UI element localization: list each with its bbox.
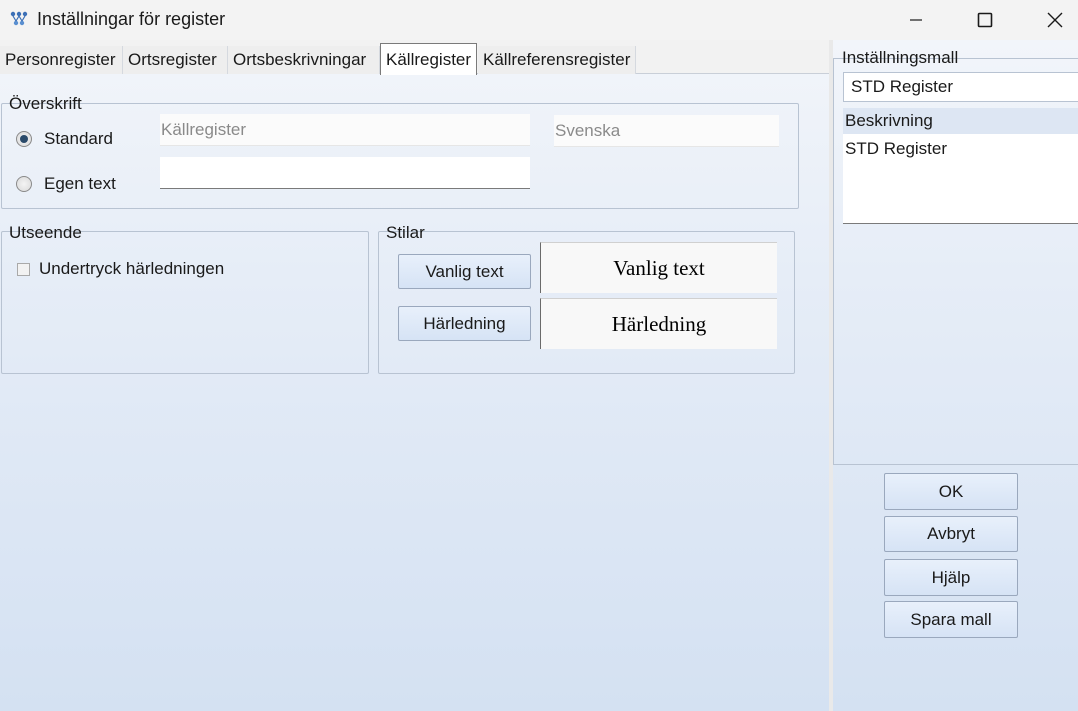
window-title: Inställningar för register [37,9,226,29]
title-bar: Inställningar för register [0,0,1078,40]
normal-text-style-button[interactable]: Vanlig text [398,254,531,289]
tab-personregister[interactable]: Personregister [0,46,123,74]
custom-text-label: Egen text [44,174,116,193]
custom-text-field[interactable] [160,157,530,189]
minimize-button[interactable] [893,0,939,40]
description-text[interactable]: STD Register [843,134,1078,224]
styles-group-title: Stilar [386,223,425,242]
standard-radio[interactable] [16,131,32,147]
help-button[interactable]: Hjälp [884,559,1018,596]
heading-group-title: Överskrift [9,94,82,113]
template-group-title: Inställningsmall [842,48,959,67]
custom-text-radio[interactable] [16,176,32,192]
appearance-group [1,231,369,374]
normal-text-preview: Vanlig text [540,242,777,293]
close-button[interactable] [1032,0,1078,40]
close-icon [1047,12,1063,28]
description-header: Beskrivning [843,108,1078,134]
derivation-style-button[interactable]: Härledning [398,306,531,341]
app-icon [10,11,28,26]
language-field [554,115,779,147]
standard-label: Standard [44,129,113,148]
standard-heading-field [160,114,530,146]
suppress-derivation-checkbox[interactable] [17,263,30,276]
ok-button[interactable]: OK [884,473,1018,510]
save-template-button[interactable]: Spara mall [884,601,1018,638]
tab-kallreferensregister[interactable]: Källreferensregister [478,46,636,74]
maximize-icon [977,12,993,28]
suppress-derivation-label: Undertryck härledningen [39,259,225,278]
minimize-icon [910,19,922,21]
template-selector[interactable]: STD Register [843,72,1078,102]
tab-kallregister[interactable]: Källregister [380,43,477,75]
maximize-button[interactable] [962,0,1008,40]
tab-ortsregister[interactable]: Ortsregister [123,46,228,74]
appearance-group-title: Utseende [9,223,82,242]
tab-ortsbeskrivningar[interactable]: Ortsbeskrivningar [228,46,380,74]
cancel-button[interactable]: Avbryt [884,516,1018,552]
derivation-preview: Härledning [540,298,777,349]
